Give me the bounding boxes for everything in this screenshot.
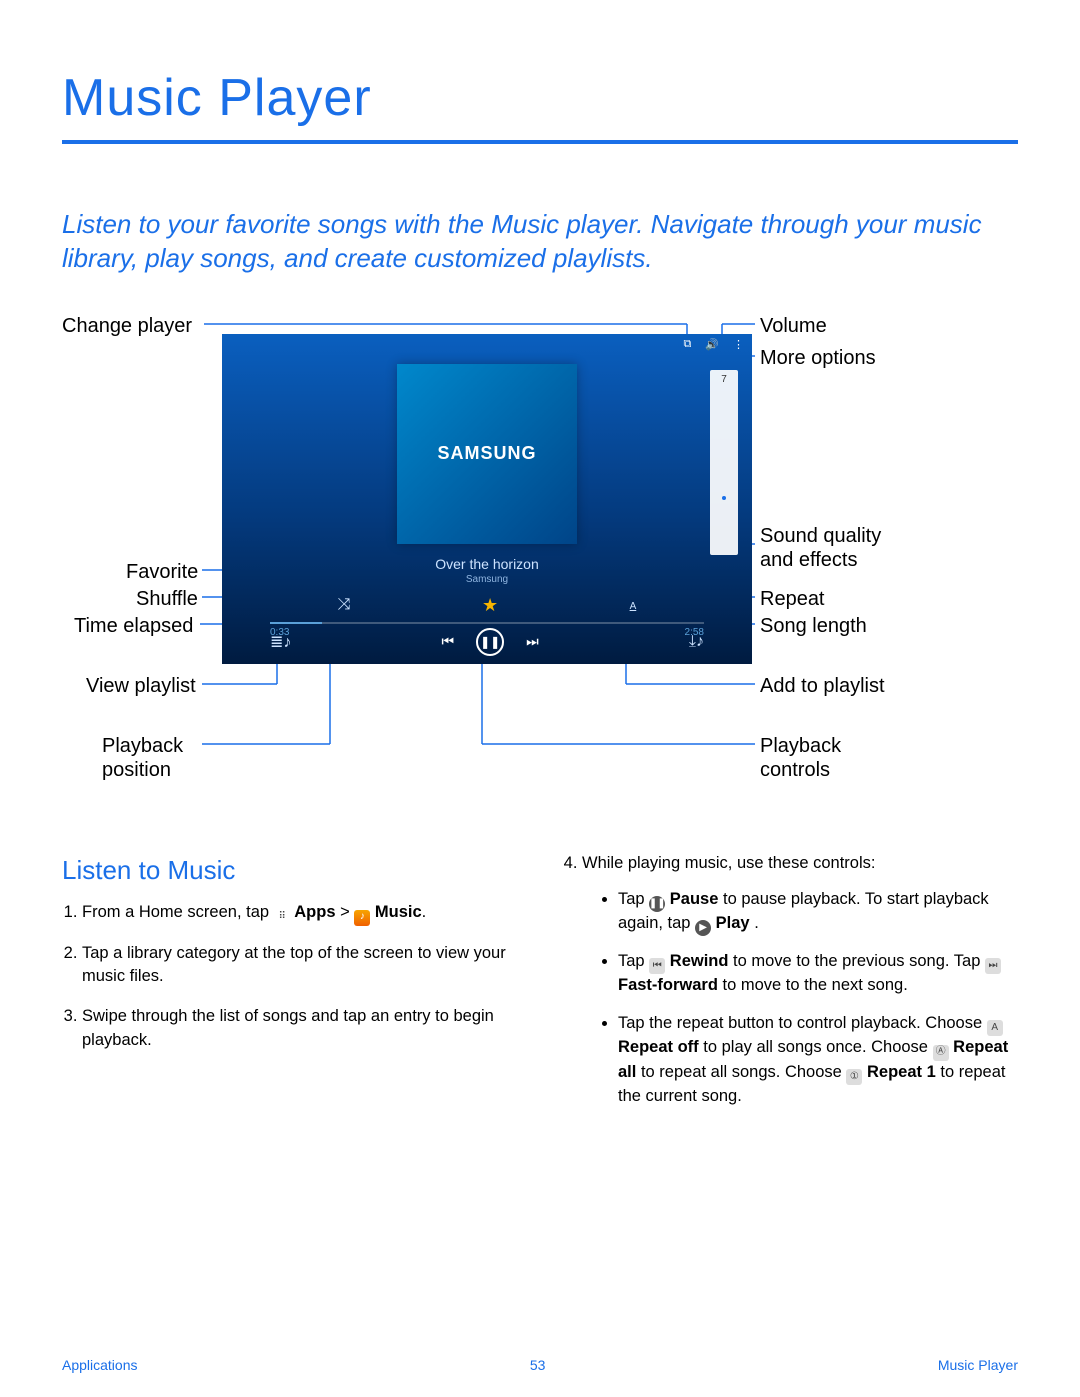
label-shuffle: Shuffle bbox=[136, 587, 198, 611]
intro-text: Listen to your favorite songs with the M… bbox=[62, 208, 1018, 276]
label-song-length: Song length bbox=[760, 614, 867, 638]
play-icon: ▶ bbox=[695, 920, 711, 936]
favorite-icon[interactable]: ★ bbox=[482, 595, 498, 616]
label-volume: Volume bbox=[760, 314, 827, 338]
music-app-icon: ♪ bbox=[354, 910, 370, 926]
label-repeat: Repeat bbox=[760, 587, 825, 611]
page-footer: Applications 53 Music Player bbox=[62, 1357, 1018, 1373]
footer-page-number: 53 bbox=[530, 1357, 546, 1373]
label-view-playlist: View playlist bbox=[86, 674, 196, 698]
change-player-icon[interactable]: ⧉ bbox=[683, 338, 691, 351]
rewind-inline-icon: ⏮ bbox=[649, 958, 665, 974]
fast-forward-icon[interactable]: ⏭ bbox=[526, 633, 539, 650]
progress-bar[interactable] bbox=[270, 622, 704, 624]
repeat-one-icon: ① bbox=[846, 1069, 862, 1085]
pause-icon: ❚❚ bbox=[649, 896, 665, 912]
volume-icon[interactable]: 🔊 bbox=[705, 338, 719, 351]
song-artist: Samsung bbox=[222, 574, 752, 585]
repeat-icon[interactable]: A bbox=[630, 596, 637, 614]
title-rule bbox=[62, 140, 1018, 144]
bullet-repeat: Tap the repeat button to control playbac… bbox=[618, 1012, 1018, 1109]
label-time-elapsed: Time elapsed bbox=[74, 614, 193, 638]
step-3: Swipe through the list of songs and tap … bbox=[82, 1005, 518, 1053]
step-2: Tap a library category at the top of the… bbox=[82, 942, 518, 990]
transport-controls: ⏮ ❚❚ ⏭ bbox=[442, 628, 539, 656]
rewind-icon[interactable]: ⏮ bbox=[442, 633, 455, 650]
repeat-all-icon: Ⓐ bbox=[933, 1045, 949, 1061]
label-add-to-playlist: Add to playlist bbox=[760, 674, 885, 698]
label-change-player: Change player bbox=[62, 314, 192, 338]
more-options-icon[interactable]: ⋮ bbox=[733, 338, 744, 351]
annotated-diagram: Change player Favorite Shuffle Time elap… bbox=[62, 314, 1022, 804]
label-favorite: Favorite bbox=[126, 560, 198, 584]
volume-slider[interactable] bbox=[710, 370, 738, 555]
album-art: SAMSUNG bbox=[397, 364, 577, 544]
label-sound-quality: Sound quality and effects bbox=[760, 524, 920, 572]
bullet-rewind-ff: Tap ⏮ Rewind to move to the previous son… bbox=[618, 950, 1018, 998]
section-heading: Listen to Music bbox=[62, 852, 518, 890]
shuffle-icon[interactable]: ⤨ bbox=[338, 596, 351, 614]
footer-right: Music Player bbox=[938, 1357, 1018, 1373]
music-player-screenshot: ⧉ 🔊 ⋮ SAMSUNG Over the horizon Samsung ⤨… bbox=[222, 334, 752, 664]
album-brand: SAMSUNG bbox=[437, 443, 536, 464]
song-title: Over the horizon bbox=[222, 556, 752, 572]
repeat-off-icon: A bbox=[987, 1020, 1003, 1036]
step-1: From a Home screen, tap ⠿ Apps > ♪ Music… bbox=[82, 901, 518, 925]
add-to-playlist-icon[interactable]: ⤓♪ bbox=[689, 633, 704, 651]
page-title: Music Player bbox=[62, 68, 1018, 128]
label-playback-position: Playback position bbox=[102, 734, 202, 782]
step-4: While playing music, use these controls:… bbox=[582, 852, 1018, 1109]
apps-grid-icon: ⠿ bbox=[274, 910, 290, 926]
footer-left: Applications bbox=[62, 1357, 138, 1373]
label-more-options: More options bbox=[760, 346, 876, 370]
ff-inline-icon: ⏭ bbox=[985, 958, 1001, 974]
view-playlist-icon[interactable]: ≣♪ bbox=[270, 632, 291, 652]
pause-button[interactable]: ❚❚ bbox=[476, 628, 504, 656]
label-playback-controls: Playback controls bbox=[760, 734, 880, 782]
bullet-pause-play: Tap ❚❚ Pause to pause playback. To start… bbox=[618, 888, 1018, 937]
